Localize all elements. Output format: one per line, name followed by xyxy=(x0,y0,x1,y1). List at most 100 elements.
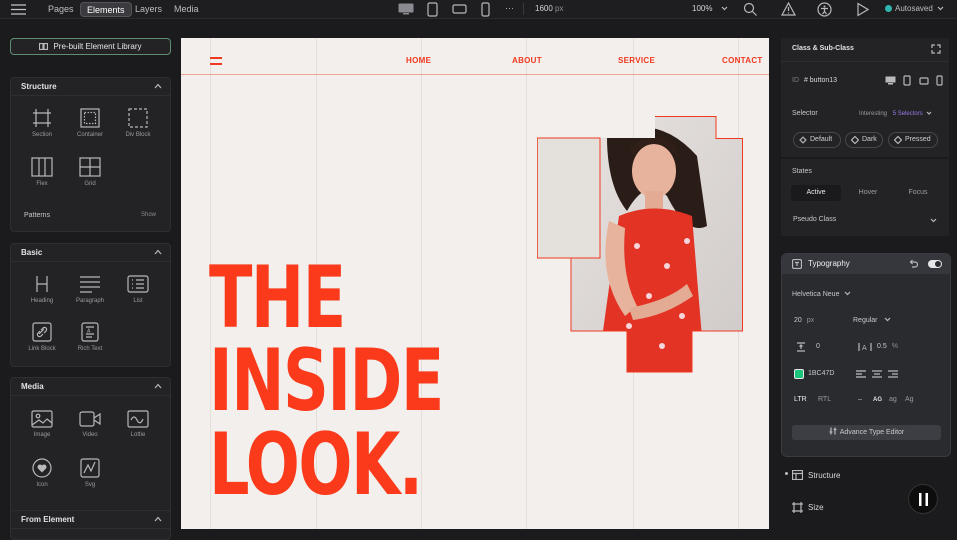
desktop-icon[interactable] xyxy=(398,3,414,15)
element-section[interactable]: Section xyxy=(22,108,62,138)
tab-elements[interactable]: Elements xyxy=(80,2,132,17)
direction-rtl[interactable]: RTL xyxy=(818,396,831,403)
id-field[interactable]: ID # button13 xyxy=(792,77,837,84)
tab-layers[interactable]: Layers xyxy=(129,2,168,17)
states-section: States Active Hover Focus Pseudo Class xyxy=(781,159,949,236)
video-icon xyxy=(79,411,101,427)
selector-default-pill[interactable]: Default xyxy=(793,132,841,148)
play-icon[interactable] xyxy=(856,2,869,17)
selector-dropdown[interactable]: Interesting 5 Selectors xyxy=(859,111,932,117)
element-container[interactable]: Container xyxy=(70,108,110,138)
element-svg[interactable]: Svg xyxy=(70,458,110,488)
element-label: Svg xyxy=(84,482,96,488)
font-family-select[interactable]: Helvetica Neue xyxy=(792,291,851,298)
tablet-icon[interactable] xyxy=(427,2,438,17)
menu-icon[interactable] xyxy=(11,4,26,15)
letter-spacing-input[interactable]: 0.5 % xyxy=(877,343,898,350)
direction-ltr[interactable]: LTR xyxy=(794,396,807,403)
tab-pages[interactable]: Pages xyxy=(42,2,80,17)
state-hover-tab[interactable]: Hover xyxy=(843,185,893,201)
chevron-up-icon[interactable] xyxy=(154,248,162,256)
media-header[interactable]: Media xyxy=(11,378,170,396)
design-canvas[interactable]: HOME ABOUT SERVICE CONTACT THE INSIDE LO… xyxy=(181,38,769,529)
pseudo-class-select[interactable]: Pseudo Class xyxy=(793,216,836,223)
divider xyxy=(523,3,524,15)
element-flex[interactable]: Flex xyxy=(22,157,62,187)
selector-dark-pill[interactable]: Dark xyxy=(845,132,883,148)
structure-section-label[interactable]: Structure xyxy=(808,471,840,480)
book-icon xyxy=(39,42,49,51)
nav-about[interactable]: ABOUT xyxy=(512,56,542,65)
size-section-label[interactable]: Size xyxy=(808,503,824,512)
case-none[interactable]: – xyxy=(858,396,862,403)
element-paragraph[interactable]: Paragraph xyxy=(70,274,110,304)
tablet-landscape-icon[interactable] xyxy=(919,77,929,85)
warning-icon[interactable] xyxy=(781,2,796,16)
element-lottie[interactable]: Lottie xyxy=(118,410,158,438)
element-div-block[interactable]: Div Block xyxy=(118,108,158,138)
line-height-value[interactable]: 0 xyxy=(816,343,820,350)
autosave-label: Autosaved xyxy=(895,4,933,13)
structure-header[interactable]: Structure xyxy=(11,78,170,96)
accessibility-icon[interactable] xyxy=(817,2,832,17)
letter-spacing-icon: A xyxy=(858,343,872,352)
typography-toggle[interactable] xyxy=(928,260,942,268)
nav-service[interactable]: SERVICE xyxy=(618,56,655,65)
hero-line-2[interactable]: INSIDE xyxy=(209,338,444,424)
hero-line-3[interactable]: LOOK. xyxy=(209,422,423,508)
case-upper[interactable]: AG xyxy=(873,397,882,403)
element-label: Video xyxy=(82,432,98,438)
mobile-icon[interactable] xyxy=(936,75,943,86)
reset-icon[interactable] xyxy=(909,259,918,268)
color-swatch[interactable] xyxy=(794,369,804,379)
case-lower[interactable]: ag xyxy=(889,396,897,403)
search-icon[interactable] xyxy=(743,2,758,17)
hero-photo[interactable] xyxy=(537,116,743,374)
element-heading[interactable]: Heading xyxy=(22,274,62,304)
align-center-icon[interactable] xyxy=(872,370,882,378)
hamburger-icon[interactable] xyxy=(210,56,223,66)
align-right-icon[interactable] xyxy=(888,370,898,378)
tab-media[interactable]: Media xyxy=(168,2,205,17)
from-element-header[interactable]: From Element xyxy=(11,511,170,529)
element-grid[interactable]: Grid xyxy=(70,157,110,187)
element-list[interactable]: List xyxy=(118,274,158,304)
element-link-block[interactable]: Link Block xyxy=(22,322,62,352)
expand-icon[interactable] xyxy=(931,44,941,54)
align-left-icon[interactable] xyxy=(856,370,866,378)
autosave-status[interactable]: Autosaved xyxy=(885,4,944,13)
tablet-landscape-icon[interactable] xyxy=(452,4,467,14)
more-devices-button[interactable]: ··· xyxy=(505,3,514,13)
basic-panel: Basic Heading Paragraph List Link Block … xyxy=(10,243,171,367)
state-active-tab[interactable]: Active xyxy=(791,185,841,201)
chevron-up-icon[interactable] xyxy=(154,515,162,523)
desktop-icon[interactable] xyxy=(885,76,896,85)
nav-contact[interactable]: CONTACT xyxy=(722,56,763,65)
element-image[interactable]: Image xyxy=(22,410,62,438)
case-capitalize[interactable]: Ag xyxy=(905,396,914,403)
pause-button[interactable] xyxy=(908,484,938,514)
svg-icon xyxy=(80,458,100,478)
canvas-width-input[interactable]: 1600 px xyxy=(535,4,563,13)
advance-type-editor-button[interactable]: Advance Type Editor xyxy=(792,425,941,440)
selector-pressed-pill[interactable]: Pressed xyxy=(888,132,938,148)
chevron-up-icon[interactable] xyxy=(154,382,162,390)
font-size-input[interactable]: 20 px xyxy=(794,317,814,324)
state-focus-tab[interactable]: Focus xyxy=(893,185,943,201)
color-hex-value[interactable]: 1BC47D xyxy=(808,370,834,377)
nav-home[interactable]: HOME xyxy=(406,56,431,65)
tablet-icon[interactable] xyxy=(903,75,911,86)
zoom-select[interactable]: 100% xyxy=(692,4,728,13)
element-icon[interactable]: Icon xyxy=(22,458,62,488)
chevron-down-icon[interactable] xyxy=(930,218,937,223)
mobile-icon[interactable] xyxy=(481,2,490,17)
hero-line-1[interactable]: THE xyxy=(209,255,346,341)
chevron-up-icon[interactable] xyxy=(154,82,162,90)
prebuilt-library-button[interactable]: Pre-built Element Library xyxy=(10,38,171,55)
patterns-show-link[interactable]: Show xyxy=(141,212,156,218)
element-rich-text[interactable]: A Rich Text xyxy=(70,322,110,352)
element-video[interactable]: Video xyxy=(70,410,110,438)
font-weight-select[interactable]: Regular xyxy=(853,317,891,324)
header-divider xyxy=(181,74,769,75)
basic-header[interactable]: Basic xyxy=(11,244,170,262)
